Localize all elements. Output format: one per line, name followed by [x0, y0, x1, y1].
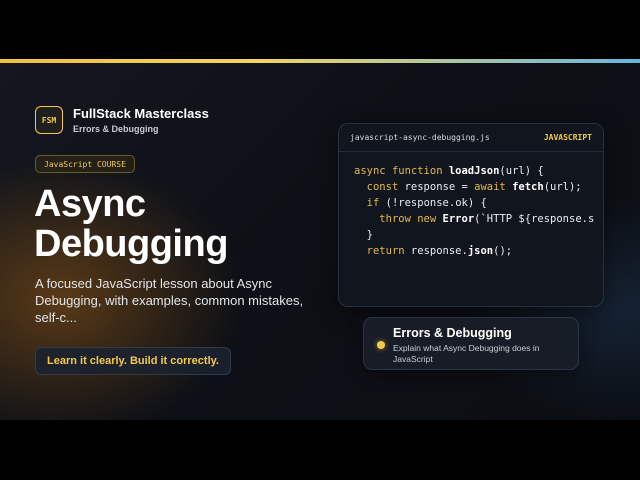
- code-line: async function loadJson(url) {: [354, 165, 544, 177]
- topic-card: Errors & Debugging Explain what Async De…: [363, 317, 579, 370]
- code-line: }: [354, 229, 373, 241]
- code-card-header: javascript-async-debugging.js JAVASCRIPT: [339, 124, 603, 152]
- code-body: async function loadJson(url) { const res…: [339, 152, 603, 259]
- code-language-label: JAVASCRIPT: [543, 133, 592, 142]
- page-title: Async Debugging: [34, 183, 228, 265]
- tagline-badge: Learn it clearly. Build it correctly.: [35, 347, 231, 375]
- topic-dot-icon: [377, 341, 385, 349]
- code-filename: javascript-async-debugging.js: [350, 133, 490, 142]
- brand-header: FSM FullStack Masterclass Errors & Debug…: [35, 106, 209, 134]
- code-line: return response.json();: [366, 245, 513, 257]
- code-line: throw new Error(`HTTP ${response.s: [379, 213, 595, 225]
- course-badge: JavaScript COURSE: [35, 155, 135, 173]
- topic-description: Explain what Async Debugging does in Jav…: [393, 343, 540, 364]
- code-line: const response = await fetch(url);: [366, 181, 582, 193]
- brand-name: FullStack Masterclass: [73, 106, 209, 121]
- brand-subtitle: Errors & Debugging: [73, 124, 159, 134]
- code-line: if (!response.ok) {: [366, 197, 487, 209]
- lesson-description: A focused JavaScript lesson about Async …: [35, 276, 304, 325]
- lesson-thumbnail: FSM FullStack Masterclass Errors & Debug…: [0, 59, 640, 420]
- code-card: javascript-async-debugging.js JAVASCRIPT…: [338, 123, 604, 307]
- topic-title: Errors & Debugging: [393, 326, 512, 340]
- brand-text: FullStack Masterclass Errors & Debugging: [73, 106, 209, 134]
- accent-bar: [0, 59, 640, 63]
- brand-logo: FSM: [35, 106, 63, 134]
